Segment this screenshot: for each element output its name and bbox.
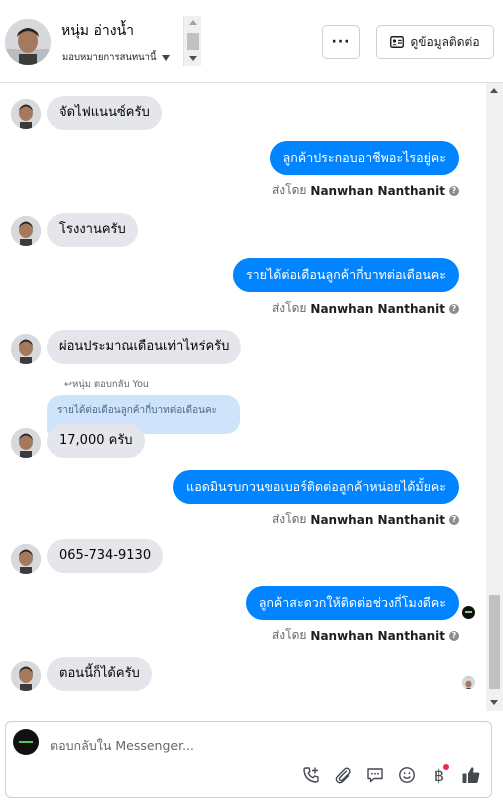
- add-call-icon[interactable]: [300, 764, 322, 786]
- sent-by-prefix: ส่งโดย: [271, 512, 307, 526]
- contact-avatar-small[interactable]: [11, 544, 41, 574]
- scroll-up-icon[interactable]: [189, 20, 197, 25]
- scroll-thumb[interactable]: [187, 33, 199, 50]
- assign-label: มอบหมายการสนทนานี้: [62, 52, 157, 63]
- outgoing-message[interactable]: แอดมินรบกวนขอเบอร์ติดต่อลูกค้าหน่อยได้มั…: [173, 470, 459, 504]
- sender-name[interactable]: Nanwhan Nanthanit: [310, 184, 445, 198]
- sent-by-prefix: ส่งโดย: [271, 628, 307, 642]
- outgoing-message[interactable]: รายได้ต่อเดือนลูกค้ากี่บาทต่อเดือนคะ: [232, 258, 459, 292]
- incoming-message[interactable]: จัดไฟแนนซ์ครับ: [47, 96, 162, 130]
- incoming-message[interactable]: ผ่อนประมาณเดือนเท่าไหร่ครับ: [47, 330, 242, 364]
- outgoing-message[interactable]: ลูกค้าประกอบอาชีพอะไรอยู่คะ: [269, 141, 459, 175]
- page-avatar: [13, 729, 39, 755]
- message-thread: จัดไฟแนนซ์ครับ ลูกค้าประกอบอาชีพอะไรอยู่…: [0, 83, 503, 711]
- sent-by-line: ส่งโดย Nanwhan Nanthanit ?: [272, 181, 459, 200]
- baht-icon[interactable]: ฿: [428, 764, 450, 786]
- contact-card-icon: [390, 36, 405, 48]
- scroll-up-icon[interactable]: [490, 88, 498, 93]
- contact-avatar-small[interactable]: [11, 428, 41, 458]
- thumbs-up-icon[interactable]: [460, 764, 482, 786]
- contact-avatar-small[interactable]: [11, 334, 41, 364]
- reply-composer[interactable]: ตอบกลับใน Messenger... ฿: [5, 721, 492, 798]
- contact-avatar-small[interactable]: [11, 216, 41, 246]
- sender-name[interactable]: Nanwhan Nanthanit: [310, 302, 445, 316]
- sender-name[interactable]: Nanwhan Nanthanit: [310, 629, 445, 643]
- sent-by-line: ส่งโดย Nanwhan Nanthanit ?: [272, 626, 459, 645]
- view-contact-info-button[interactable]: ดูข้อมูลติดต่อ: [376, 25, 494, 59]
- contact-avatar-small[interactable]: [11, 661, 41, 691]
- incoming-message[interactable]: ตอนนี้ก็ได้ครับ: [47, 657, 152, 691]
- read-receipt-icon: [462, 606, 475, 619]
- reply-input[interactable]: ตอบกลับใน Messenger...: [50, 736, 194, 756]
- scroll-thumb[interactable]: [489, 595, 500, 689]
- header-scrollbar[interactable]: [183, 16, 201, 66]
- reply-arrow-icon: ↩: [64, 379, 72, 390]
- sent-by-line: ส่งโดย Nanwhan Nanthanit ?: [272, 299, 459, 318]
- info-icon[interactable]: ?: [449, 185, 459, 196]
- caret-down-icon: [161, 54, 170, 61]
- sent-by-line: ส่งโดย Nanwhan Nanthanit ?: [272, 510, 459, 529]
- chat-bubble-icon[interactable]: [364, 764, 386, 786]
- info-icon[interactable]: ?: [449, 303, 459, 314]
- more-options-button[interactable]: ···: [322, 25, 360, 59]
- notification-dot: [443, 764, 449, 770]
- info-icon[interactable]: ?: [449, 514, 459, 525]
- scroll-down-icon[interactable]: [189, 56, 197, 61]
- contact-avatar-small[interactable]: [11, 99, 41, 129]
- incoming-message[interactable]: 17,000 ครับ: [47, 424, 145, 458]
- contact-name[interactable]: หนุ่ม อ่างน้ำ: [61, 20, 134, 42]
- seen-by-avatar: [462, 676, 475, 689]
- incoming-message[interactable]: 065-734-9130: [47, 539, 164, 573]
- emoji-icon[interactable]: [396, 764, 418, 786]
- thread-scrollbar[interactable]: [486, 83, 503, 711]
- outgoing-message[interactable]: ลูกค้าสะดวกให้ติดต่อช่วงกี่โมงดีคะ: [245, 586, 459, 620]
- reply-note: ↩หนุ่ม ตอบกลับ You: [64, 379, 149, 390]
- scroll-down-icon[interactable]: [490, 700, 498, 705]
- sent-by-prefix: ส่งโดย: [271, 301, 307, 315]
- conversation-header: หนุ่ม อ่างน้ำ มอบหมายการสนทนานี้ ··· ดูข…: [0, 0, 503, 83]
- paperclip-icon[interactable]: [332, 764, 354, 786]
- info-icon[interactable]: ?: [449, 630, 459, 641]
- contact-avatar[interactable]: [5, 19, 51, 65]
- incoming-message[interactable]: โรงงานครับ: [47, 213, 138, 247]
- contact-info-label: ดูข้อมูลติดต่อ: [410, 34, 480, 49]
- sender-name[interactable]: Nanwhan Nanthanit: [310, 513, 445, 527]
- assign-conversation-dropdown[interactable]: มอบหมายการสนทนานี้: [62, 50, 170, 65]
- sent-by-prefix: ส่งโดย: [271, 183, 307, 197]
